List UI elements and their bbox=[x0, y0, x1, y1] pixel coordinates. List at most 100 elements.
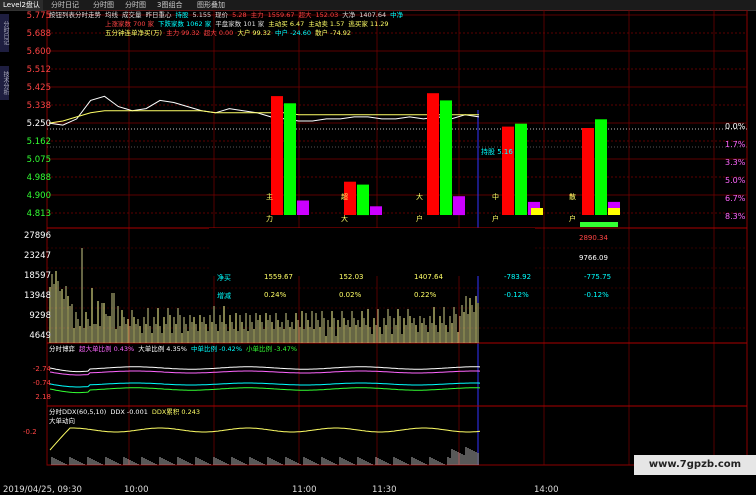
price-tick: 5.512 bbox=[26, 65, 51, 75]
side-tab-minute-diary[interactable]: 分时日记 bbox=[0, 14, 9, 52]
flow-cell: 0.02% bbox=[339, 291, 362, 299]
flow-cell: -0.12% bbox=[504, 291, 529, 299]
volume-tick: 27896 bbox=[23, 231, 51, 241]
bar-group-label: 主 bbox=[266, 193, 273, 201]
chart-area: 按钮列表分时走势 均线 成交量 昨日重心 持股 5.155 现价 5.28 主力 1559.67 超… bbox=[3, 10, 756, 495]
pct-tick: 1.7% bbox=[725, 140, 746, 149]
flow-bar bbox=[440, 100, 452, 215]
tab-minute-chart[interactable]: 分时图 bbox=[90, 0, 117, 10]
header-line-3-item: 五分钟连单净买(万) bbox=[105, 29, 163, 37]
flow-row-label: 增减 bbox=[217, 292, 231, 300]
price-tick: 5.425 bbox=[26, 83, 51, 93]
indicator-1-item: 分时博弈 bbox=[49, 345, 75, 353]
bar-group-label-sub: 户 bbox=[416, 215, 423, 223]
header-line-1-item: 1407.64 bbox=[359, 11, 387, 19]
flow-cell: 0.24% bbox=[264, 291, 287, 299]
header-line-2-item: 平盘家数 101 家 bbox=[215, 20, 265, 28]
header-line-1-item: 持股 bbox=[175, 11, 189, 19]
pct-tick: 5.0% bbox=[725, 176, 746, 185]
flow-cell: -775.75 bbox=[584, 273, 612, 281]
indicator-1-item: 小单比例 -3.47% bbox=[246, 345, 298, 353]
header-line-3-item: 超大 0.00 bbox=[203, 29, 234, 37]
tab-minute-chart-2[interactable]: 分时图 bbox=[122, 0, 149, 10]
mid-order-line bbox=[49, 382, 481, 388]
flow-cell: 152.03 bbox=[339, 273, 364, 281]
large-order-line bbox=[49, 366, 481, 373]
header-line-1-item: 成交量 bbox=[122, 11, 142, 19]
header-line-1-item: 大净 bbox=[342, 11, 356, 19]
indicator-2-item: DDX -0.001 bbox=[110, 408, 148, 416]
header-line-1-item: 1559.67 bbox=[267, 11, 295, 19]
volume-tick: 4649 bbox=[29, 331, 51, 341]
tab-minute-diary[interactable]: 分时日记 bbox=[48, 0, 82, 10]
retail-indicator-bar bbox=[580, 222, 618, 227]
header-line-2-item: 下跌家数 1062 家 bbox=[158, 20, 212, 28]
header-line-1-item: 152.03 bbox=[315, 11, 339, 19]
bar-group-label: 超 bbox=[341, 193, 348, 201]
price-tick: 4.900 bbox=[26, 191, 51, 201]
header-line-3-item: 主力 99.32 bbox=[166, 29, 200, 37]
price-tick: 5.600 bbox=[26, 47, 51, 57]
pct-tick: 0.0% bbox=[725, 122, 746, 131]
flow-bar bbox=[284, 103, 296, 215]
super-large-order-line bbox=[49, 370, 481, 376]
indicator-1-tick: -2.74 bbox=[32, 365, 51, 373]
indicator-1-tick: 2.18 bbox=[35, 393, 51, 401]
header-line-3-item: 散户 -74.92 bbox=[315, 29, 352, 37]
indicator-2-axis-label: -0.2 bbox=[23, 428, 37, 436]
header-line-3-item: 中户 -24.60 bbox=[275, 29, 312, 37]
side-value: 9766.09 bbox=[579, 254, 608, 262]
header-line-2-item: 逃买家 11.29 bbox=[348, 20, 389, 28]
mid-yellow-bar bbox=[531, 208, 543, 215]
price-tick: 5.688 bbox=[26, 29, 51, 39]
header-line-2: 上涨家数 700 家下跌家数 1062 家平盘家数 101 家主动买 6.47 主… bbox=[105, 20, 393, 29]
side-tab-technical[interactable]: 技术分析 bbox=[0, 66, 9, 100]
flow-bar bbox=[515, 123, 527, 215]
bar-group-label-sub: 户 bbox=[492, 215, 499, 223]
header-line-1-item: 均线 bbox=[105, 11, 118, 19]
header-line-2-item: 主动买 6.47 bbox=[268, 20, 305, 28]
pct-tick: 6.7% bbox=[725, 194, 746, 203]
price-tick: 5.162 bbox=[26, 137, 51, 147]
volume-tick: 13948 bbox=[23, 291, 51, 301]
volume-tick: 18597 bbox=[23, 271, 51, 281]
indicator-1-item: 大单比例 4.35% bbox=[138, 345, 187, 353]
small-order-line bbox=[49, 387, 481, 394]
bar-group-label-sub: 大 bbox=[341, 215, 348, 223]
volume-tick: 9298 bbox=[29, 311, 51, 321]
header-line-1-item: 超大 bbox=[298, 11, 312, 19]
flow-bar bbox=[502, 126, 514, 215]
bar-group-label-sub: 户 bbox=[569, 215, 576, 223]
header-line-1-item: 5.28 bbox=[232, 11, 247, 19]
hidden-value: 2890.34 bbox=[579, 234, 608, 242]
flow-bar bbox=[297, 200, 309, 215]
bar-group-label: 大 bbox=[416, 193, 423, 201]
tab-level2[interactable]: Level2盘认 bbox=[0, 0, 43, 10]
flow-bar bbox=[357, 184, 369, 216]
flow-bar bbox=[370, 206, 382, 215]
indicator-2-header: 分时DDX(60,5,10) DDX -0.001 DDX累积 0.243 bbox=[49, 408, 204, 417]
volume-tick: 23247 bbox=[23, 251, 51, 261]
indicator-1-header: 分时博弈 超大单比例 0.43% 大单比例 4.35% 中单比例 -0.42% 小单比例… bbox=[49, 345, 301, 354]
flow-bar bbox=[582, 128, 594, 215]
header-line-1: 按钮列表分时走势 均线 成交量 昨日重心 持股 5.155 现价 5.28 主力 1559.67 超… bbox=[49, 11, 407, 20]
retail-yellow-bar bbox=[608, 208, 620, 215]
overlay-panel bbox=[209, 228, 535, 276]
flow-cell: 1407.64 bbox=[414, 273, 443, 281]
flow-cell: 1559.67 bbox=[264, 273, 293, 281]
header-line-1-item: 中净 bbox=[390, 11, 404, 19]
tab-overlay[interactable]: 图形叠加 bbox=[194, 0, 228, 10]
average-line bbox=[48, 110, 479, 124]
flow-bar bbox=[427, 93, 439, 215]
header-line-3: 五分钟连单净买(万) 主力 99.32 超大 0.00 大户 99.32 中户 -24.… bbox=[105, 29, 355, 38]
header-line-1-item: 按钮列表分时走势 bbox=[49, 11, 101, 19]
flow-cell: -783.92 bbox=[504, 273, 532, 281]
indicator-1-item: 超大单比例 0.43% bbox=[79, 345, 135, 353]
bar-group-label: 散 bbox=[569, 193, 576, 201]
tab-three-chart-combo[interactable]: 3图组合 bbox=[154, 0, 185, 10]
flow-bar bbox=[453, 196, 465, 216]
hold-label: 持股 5.16 bbox=[481, 148, 513, 156]
price-tick: 5.250 bbox=[26, 119, 51, 129]
price-tick: 4.813 bbox=[26, 209, 51, 219]
header-line-1-item: 现价 bbox=[215, 11, 229, 19]
